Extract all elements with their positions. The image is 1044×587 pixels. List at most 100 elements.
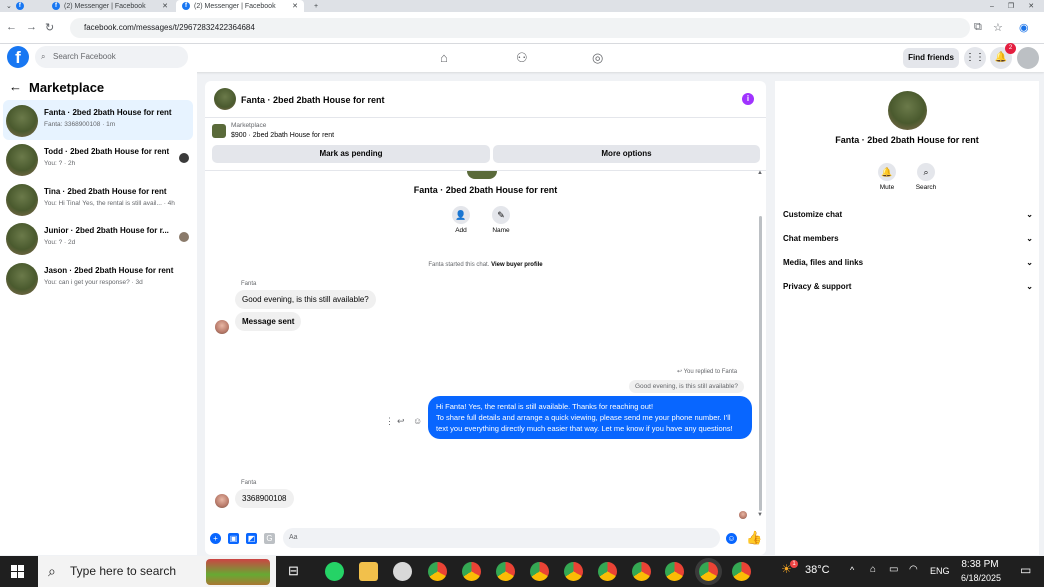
close-icon[interactable]: ✕: [162, 2, 168, 10]
house-avatar[interactable]: [888, 91, 927, 130]
customize-chat-item[interactable]: Customize chat ⌄: [783, 210, 1033, 226]
gallery-icon[interactable]: ▣: [228, 533, 239, 544]
whatsapp-icon[interactable]: [325, 562, 344, 581]
message-input[interactable]: Aa: [283, 528, 720, 548]
privacy-support-item[interactable]: Privacy & support ⌄: [783, 282, 1033, 298]
quoted-message[interactable]: Good evening, is this still available?: [629, 380, 744, 393]
chat-item-fanta[interactable]: Fanta · 2bed 2bath House for rent Fanta:…: [3, 100, 193, 140]
chrome-icon[interactable]: [428, 562, 447, 581]
chevron-down-icon: ⌄: [1026, 234, 1033, 243]
listing-price-title[interactable]: $900 · 2bed 2bath House for rent: [231, 132, 334, 139]
scroll-down-icon[interactable]: ▼: [757, 512, 763, 518]
chrome-icon[interactable]: [665, 562, 684, 581]
network-icon[interactable]: ⌂: [870, 564, 876, 575]
browser-tab-1[interactable]: ⌄ f: [0, 0, 45, 12]
facebook-logo-icon[interactable]: f: [7, 46, 29, 68]
browser-tab-2[interactable]: f (2) Messenger | Facebook ✕: [46, 0, 174, 12]
wifi-icon[interactable]: ◠: [909, 564, 918, 575]
chat-item-todd[interactable]: Todd · 2bed 2bath House for rent You: ? …: [3, 139, 193, 179]
incoming-message[interactable]: Message sent: [235, 312, 302, 331]
chrome-icon[interactable]: [632, 562, 651, 581]
minimize-icon[interactable]: –: [990, 3, 994, 10]
bookmark-star-icon[interactable]: ☆: [993, 21, 1003, 34]
reply-icon[interactable]: ↩: [397, 416, 405, 427]
thumbs-up-icon[interactable]: 👍: [746, 530, 762, 546]
clock-date[interactable]: 6/18/2025: [955, 573, 1007, 583]
windows-start-icon[interactable]: [11, 565, 24, 578]
house-avatar[interactable]: [214, 88, 236, 110]
name-button[interactable]: ✎ Name: [488, 206, 514, 234]
language-indicator[interactable]: ENG: [930, 566, 950, 576]
file-explorer-icon[interactable]: [359, 562, 378, 581]
browser-tab-3[interactable]: f (2) Messenger | Facebook ✕: [176, 0, 304, 12]
incoming-message[interactable]: Good evening, is this still available?: [235, 290, 376, 309]
chat-item-jason[interactable]: Jason · 2bed 2bath House for rent You: c…: [3, 258, 193, 298]
url-field[interactable]: facebook.com/messages/t/2967283242236468…: [70, 18, 970, 38]
emoji-icon[interactable]: ☺: [726, 533, 737, 544]
sticker-icon[interactable]: ◩: [246, 533, 257, 544]
task-view-icon[interactable]: ⊟: [288, 563, 299, 579]
maximize-icon[interactable]: ❐: [1008, 2, 1014, 10]
started-text: Fanta started this chat.: [428, 262, 490, 268]
app-icon[interactable]: [393, 562, 412, 581]
find-friends-button[interactable]: Find friends: [903, 48, 959, 68]
sender-avatar[interactable]: [215, 494, 229, 508]
listing-thumbnail[interactable]: [212, 124, 226, 138]
sender-avatar[interactable]: [215, 320, 229, 334]
incoming-message[interactable]: 3368900108: [235, 489, 294, 508]
conversation-title[interactable]: Fanta · 2bed 2bath House for rent: [241, 95, 385, 105]
chat-preview: You: ? · 2d: [44, 239, 76, 246]
outgoing-message[interactable]: Hi Fanta! Yes, the rental is still avail…: [428, 396, 752, 439]
chat-name: Junior · 2bed 2bath House for r...: [44, 226, 169, 235]
plus-circle-icon[interactable]: +: [210, 533, 221, 544]
search-button[interactable]: ⌕ Search: [911, 163, 941, 191]
gif-icon[interactable]: G: [264, 533, 275, 544]
scrollbar-thumb[interactable]: [759, 216, 762, 511]
info-icon[interactable]: i: [742, 93, 754, 105]
reload-icon[interactable]: ↻: [45, 21, 54, 34]
back-arrow-icon[interactable]: ←: [6, 21, 17, 33]
clock-time[interactable]: 8:38 PM: [960, 559, 1000, 570]
mute-button[interactable]: 🔔 Mute: [872, 163, 902, 191]
chat-item-junior[interactable]: Junior · 2bed 2bath House for r... You: …: [3, 218, 193, 258]
home-icon[interactable]: ⌂: [440, 50, 448, 65]
battery-icon[interactable]: ▭: [889, 564, 898, 575]
view-buyer-profile-link[interactable]: View buyer profile: [491, 262, 543, 268]
facebook-favicon-icon: f: [52, 2, 60, 10]
search-facebook-input[interactable]: ⌕ Search Facebook: [35, 46, 188, 68]
house-avatar: [6, 144, 38, 176]
chrome-icon[interactable]: [462, 562, 481, 581]
chat-members-item[interactable]: Chat members ⌄: [783, 234, 1033, 250]
chevron-up-icon[interactable]: ^: [850, 565, 854, 575]
chat-item-tina[interactable]: Tina · 2bed 2bath House for rent You: Hi…: [3, 179, 193, 219]
item-label: Privacy & support: [783, 282, 852, 291]
scroll-up-icon[interactable]: ▲: [757, 170, 763, 176]
chrome-icon-active[interactable]: [699, 562, 718, 581]
back-arrow-icon[interactable]: ←: [9, 79, 22, 94]
new-tab-button[interactable]: +: [308, 0, 324, 12]
friends-icon[interactable]: ⚇: [516, 50, 528, 66]
notifications-icon[interactable]: ▭: [1020, 563, 1031, 577]
account-avatar[interactable]: [1017, 47, 1039, 69]
taskbar-search-placeholder: Type here to search: [70, 564, 177, 578]
add-button[interactable]: 👤 Add: [448, 206, 474, 234]
forward-arrow-icon[interactable]: →: [26, 21, 37, 33]
taskbar-search-box[interactable]: ⌕ Type here to search: [38, 556, 276, 587]
more-options-button[interactable]: More options: [493, 145, 760, 163]
chrome-icon[interactable]: [530, 562, 549, 581]
emoji-react-icon[interactable]: ☺: [413, 416, 422, 426]
cast-icon[interactable]: ⧉: [974, 21, 982, 34]
media-files-links-item[interactable]: Media, files and links ⌄: [783, 258, 1033, 274]
chrome-icon[interactable]: [732, 562, 751, 581]
profile-icon[interactable]: ◉: [1019, 21, 1029, 34]
chrome-icon[interactable]: [564, 562, 583, 581]
chrome-icon[interactable]: [496, 562, 515, 581]
more-dots-icon[interactable]: ⋮: [385, 416, 394, 427]
close-icon[interactable]: ✕: [292, 2, 298, 10]
close-window-icon[interactable]: ✕: [1028, 2, 1034, 10]
temperature[interactable]: 38°C: [805, 564, 830, 576]
chrome-icon[interactable]: [598, 562, 617, 581]
groups-icon[interactable]: ◎: [592, 50, 603, 66]
mark-as-pending-button[interactable]: Mark as pending: [212, 145, 490, 163]
menu-grid-icon[interactable]: ⋮⋮: [964, 47, 986, 69]
